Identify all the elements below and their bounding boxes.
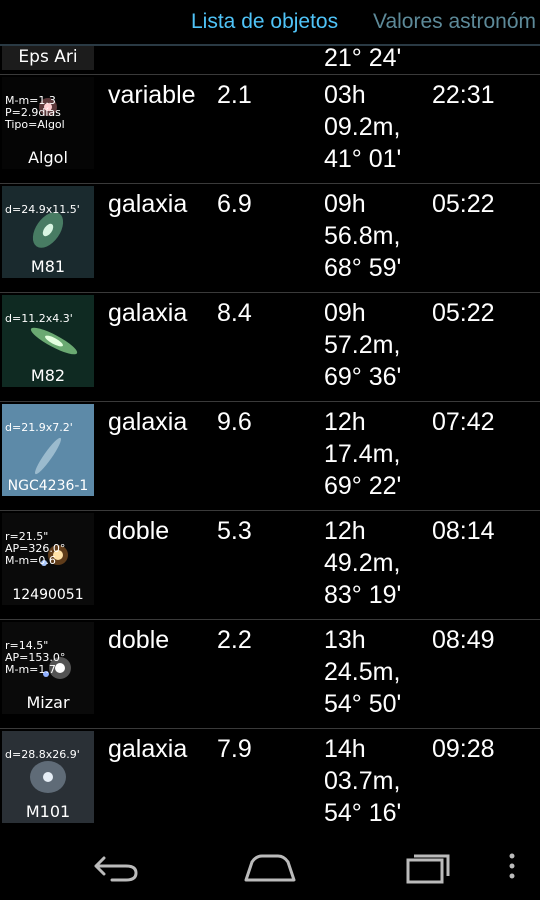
- object-type: doble: [108, 517, 170, 545]
- object-name: Algol: [28, 148, 68, 167]
- object-thumbnail: d=24.9x11.5' M81: [2, 186, 94, 278]
- object-time: 07:42: [432, 408, 495, 436]
- navigation-bar: [0, 830, 540, 900]
- object-info: M-m=1.3 P=2.9días Tipo=Algol: [5, 94, 65, 131]
- object-info: d=21.9x7.2': [5, 421, 73, 434]
- list-item[interactable]: d=24.9x11.5' M81 galaxia 6.9 09h 56.8m, …: [0, 184, 540, 293]
- list-item[interactable]: d=11.2x4.3' M82 galaxia 8.4 09h 57.2m, 6…: [0, 293, 540, 402]
- home-icon[interactable]: [240, 842, 300, 888]
- object-magnitude: 7.9: [217, 735, 252, 763]
- object-magnitude: 6.9: [217, 190, 252, 218]
- object-type: galaxia: [108, 299, 188, 327]
- object-info: d=11.2x4.3': [5, 312, 73, 325]
- object-type: doble: [108, 626, 170, 654]
- object-magnitude: 9.6: [217, 408, 252, 436]
- object-coordinates: 12h 17.4m, 69° 22': [324, 408, 402, 500]
- object-coordinates: 09h 56.8m, 68° 59': [324, 190, 402, 282]
- list-item[interactable]: d=21.9x7.2' NGC4236-1 galaxia 9.6 12h 17…: [0, 402, 540, 511]
- object-type: variable: [108, 81, 196, 109]
- object-coordinates: 13h 24.5m, 54° 50': [324, 626, 402, 718]
- object-time: 08:14: [432, 517, 495, 545]
- object-type: galaxia: [108, 408, 188, 436]
- list-item[interactable]: r=14.5" AP=153.0° M-m=1.7 Mizar doble 2.…: [0, 620, 540, 729]
- object-thumbnail: d=28.8x26.9' M101: [2, 731, 94, 823]
- object-thumbnail: r=14.5" AP=153.0° M-m=1.7 Mizar: [2, 622, 94, 714]
- object-coordinates: 21° 24': [324, 46, 402, 72]
- object-type: galaxia: [108, 190, 188, 218]
- object-info: r=21.5" AP=326.0° M-m=0.6: [5, 530, 66, 567]
- object-coordinates: 09h 57.2m, 69° 36': [324, 299, 402, 391]
- object-time: 05:22: [432, 190, 495, 218]
- object-thumbnail: M-m=1.3 P=2.9días Tipo=Algol Algol: [2, 77, 94, 169]
- list-item[interactable]: d=28.8x26.9' M101 galaxia 7.9 14h 03.7m,…: [0, 729, 540, 830]
- object-name: Eps Ari: [18, 47, 78, 67]
- object-time: 09:28: [432, 735, 495, 763]
- object-magnitude: 2.2: [217, 626, 252, 654]
- tab-bar: Lista de objetos Valores astronóm: [0, 0, 540, 46]
- object-name: M81: [30, 257, 66, 276]
- recents-icon[interactable]: [402, 842, 458, 888]
- list-item[interactable]: Eps Ari 21° 24': [0, 46, 540, 75]
- object-magnitude: 2.1: [217, 81, 252, 109]
- object-info: d=24.9x11.5': [5, 203, 80, 216]
- object-time: 05:22: [432, 299, 495, 327]
- object-info: d=28.8x26.9': [5, 748, 80, 761]
- back-icon[interactable]: [86, 842, 142, 888]
- object-name: M101: [25, 802, 71, 821]
- list-item[interactable]: M-m=1.3 P=2.9días Tipo=Algol Algol varia…: [0, 75, 540, 184]
- object-info: r=14.5" AP=153.0° M-m=1.7: [5, 639, 66, 676]
- object-list[interactable]: Eps Ari 21° 24' M-m=1.3 P=2.9días Tipo=A…: [0, 46, 540, 830]
- object-coordinates: 14h 03.7m, 54° 16': [324, 735, 402, 827]
- object-thumbnail: Eps Ari: [2, 46, 94, 70]
- object-thumbnail: r=21.5" AP=326.0° M-m=0.6 12490051: [2, 513, 94, 605]
- object-type: galaxia: [108, 735, 188, 763]
- object-time: 22:31: [432, 81, 495, 109]
- object-coordinates: 03h 09.2m, 41° 01': [324, 81, 402, 173]
- object-name: NGC4236-1: [7, 478, 89, 494]
- object-coordinates: 12h 49.2m, 83° 19': [324, 517, 402, 609]
- object-name: Mizar: [26, 693, 70, 712]
- object-thumbnail: d=11.2x4.3' M82: [2, 295, 94, 387]
- object-magnitude: 8.4: [217, 299, 252, 327]
- list-item[interactable]: r=21.5" AP=326.0° M-m=0.6 12490051 doble…: [0, 511, 540, 620]
- object-time: 08:49: [432, 626, 495, 654]
- object-name: 12490051: [12, 587, 84, 603]
- overflow-menu-icon[interactable]: [504, 842, 520, 888]
- tab-object-list[interactable]: Lista de objetos: [191, 10, 338, 34]
- object-name: M82: [30, 366, 66, 385]
- object-magnitude: 5.3: [217, 517, 252, 545]
- tab-astronomical-values[interactable]: Valores astronóm: [373, 10, 536, 34]
- object-thumbnail: d=21.9x7.2' NGC4236-1: [2, 404, 94, 496]
